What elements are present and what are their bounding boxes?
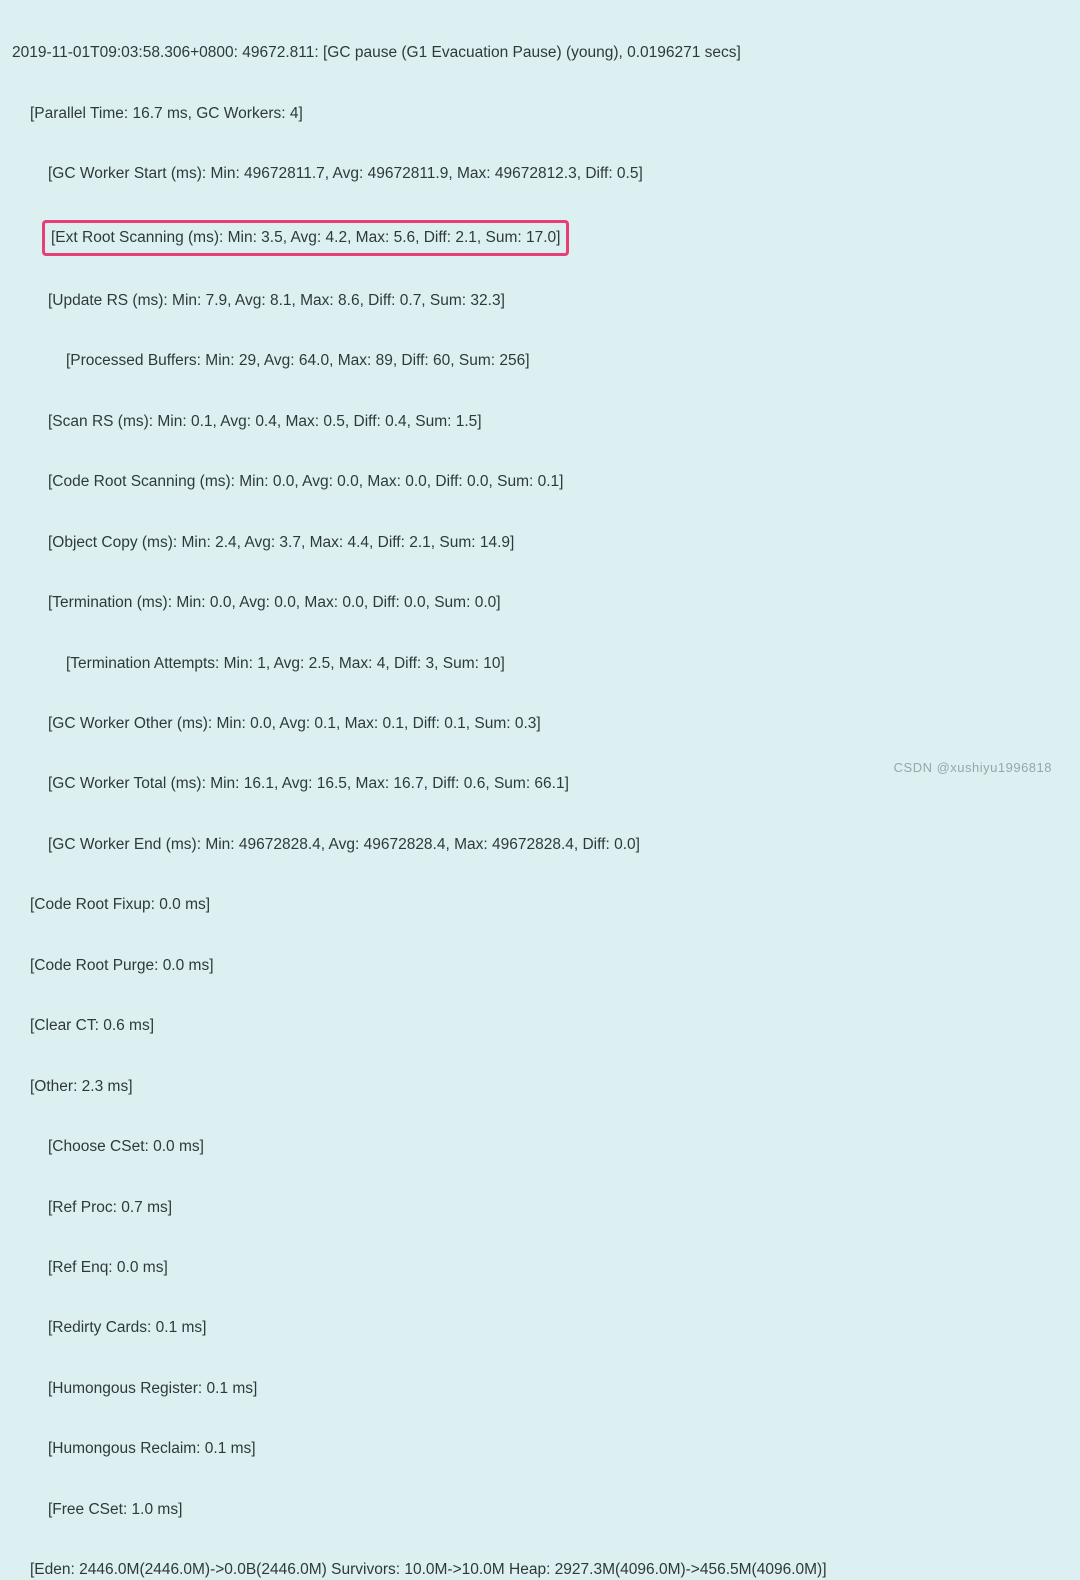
log-line: [GC Worker End (ms): Min: 49672828.4, Av… [48, 830, 1068, 860]
log-line: 2019-11-01T09:03:58.306+0800: 49672.811:… [12, 38, 1068, 68]
log-line: [Redirty Cards: 0.1 ms] [48, 1313, 1068, 1343]
log-line: [Free CSet: 1.0 ms] [48, 1495, 1068, 1525]
log-line: [Ref Proc: 0.7 ms] [48, 1193, 1068, 1223]
log-line: [Choose CSet: 0.0 ms] [48, 1132, 1068, 1162]
log-line: [Clear CT: 0.6 ms] [30, 1011, 1068, 1041]
log-line: [GC Worker Start (ms): Min: 49672811.7, … [48, 159, 1068, 189]
log-line: [Scan RS (ms): Min: 0.1, Avg: 0.4, Max: … [48, 407, 1068, 437]
log-line: [Code Root Fixup: 0.0 ms] [30, 890, 1068, 920]
log-line: [Termination (ms): Min: 0.0, Avg: 0.0, M… [48, 588, 1068, 618]
log-line: [Processed Buffers: Min: 29, Avg: 64.0, … [66, 346, 1068, 376]
log-line: [Ref Enq: 0.0 ms] [48, 1253, 1068, 1283]
log-line: [Code Root Purge: 0.0 ms] [30, 951, 1068, 981]
log-line: [Code Root Scanning (ms): Min: 0.0, Avg:… [48, 467, 1068, 497]
log-line: [Other: 2.3 ms] [30, 1072, 1068, 1102]
log-line: [Object Copy (ms): Min: 2.4, Avg: 3.7, M… [48, 528, 1068, 558]
highlight-box: [Ext Root Scanning (ms): Min: 3.5, Avg: … [42, 220, 569, 256]
log-line: [Parallel Time: 16.7 ms, GC Workers: 4] [30, 99, 1068, 129]
log-line: [Humongous Reclaim: 0.1 ms] [48, 1434, 1068, 1464]
watermark-text: CSDN @xushiyu1996818 [894, 755, 1052, 780]
log-line-highlight: [Ext Root Scanning (ms): Min: 3.5, Avg: … [48, 220, 1068, 256]
log-line: [Termination Attempts: Min: 1, Avg: 2.5,… [66, 649, 1068, 679]
log-line: [Eden: 2446.0M(2446.0M)->0.0B(2446.0M) S… [30, 1555, 1068, 1580]
gc-log-block: 2019-11-01T09:03:58.306+0800: 49672.811:… [0, 0, 1080, 1580]
log-line: [Update RS (ms): Min: 7.9, Avg: 8.1, Max… [48, 286, 1068, 316]
log-line: [GC Worker Other (ms): Min: 0.0, Avg: 0.… [48, 709, 1068, 739]
log-line: [Humongous Register: 0.1 ms] [48, 1374, 1068, 1404]
